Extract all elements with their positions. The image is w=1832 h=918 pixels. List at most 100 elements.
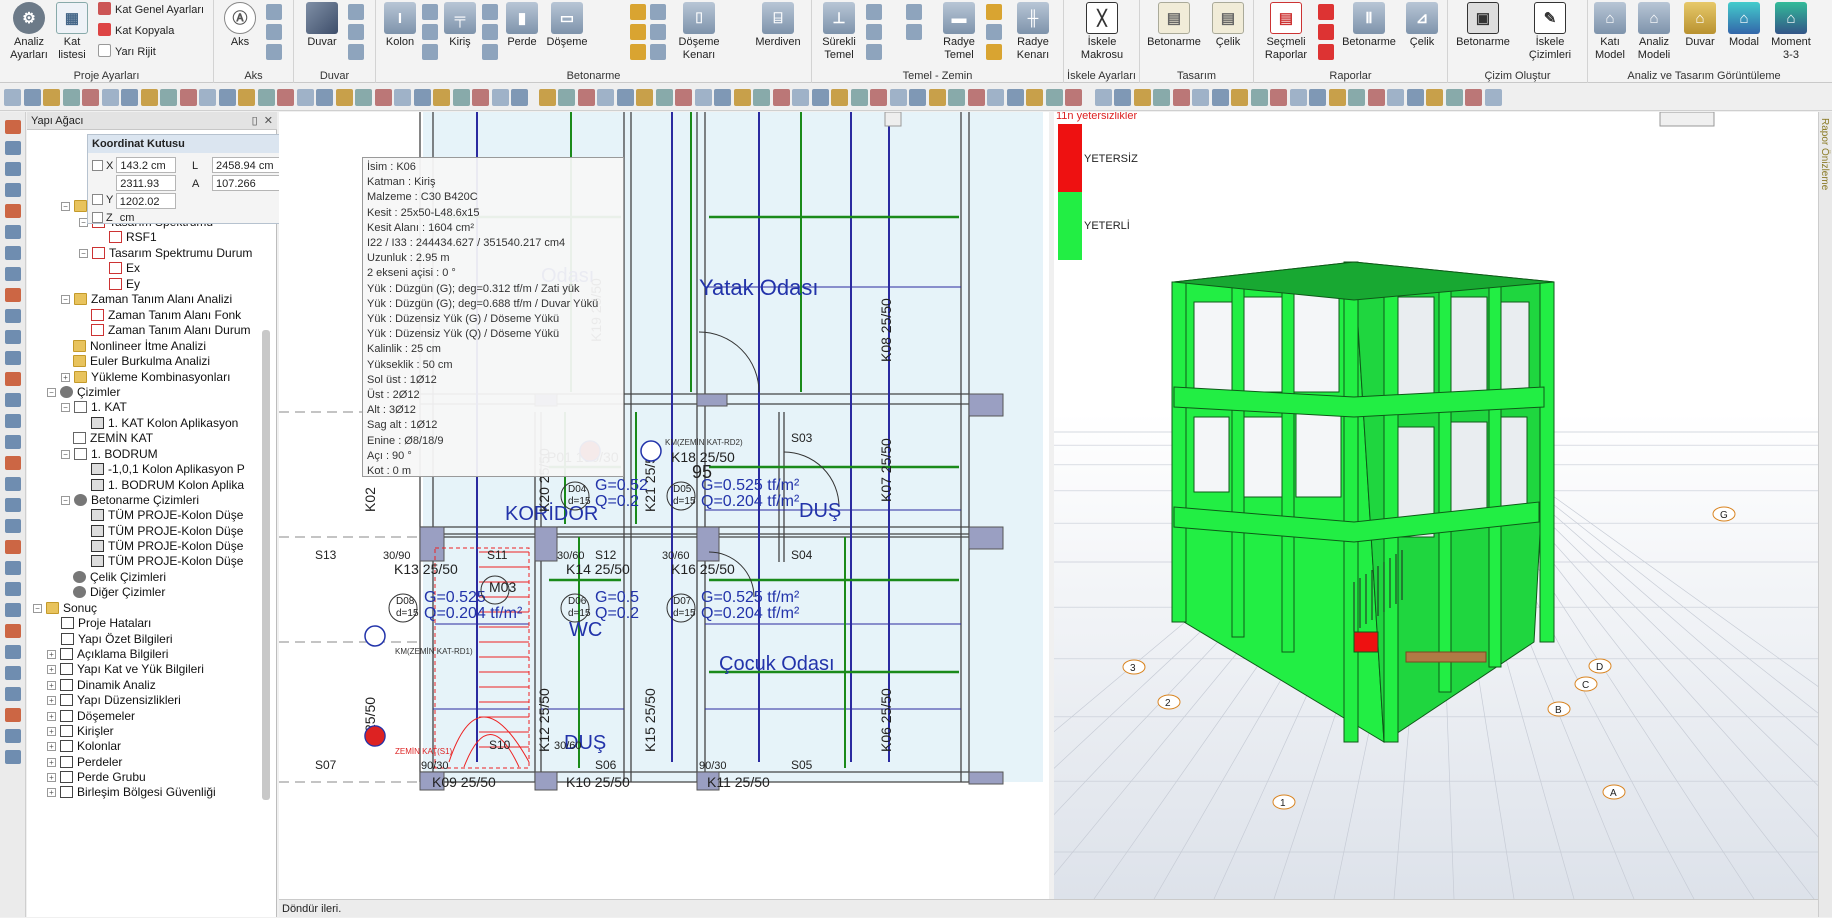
toolbar-tool-icon[interactable] [1065,89,1082,106]
expand-icon[interactable]: + [47,742,56,751]
tree-item[interactable]: − Tasarım Spektrumu Durum [79,245,252,261]
toolbar-tool-icon[interactable] [160,89,177,106]
toolbar-tool-icon[interactable] [577,89,595,106]
column[interactable] [968,771,1004,785]
tree-item[interactable]: Proje Hataları [61,615,151,631]
moment-button[interactable]: ⌂ Moment 3-3 [1768,2,1814,62]
slab-tool-icon[interactable] [650,4,666,20]
column-tool-icon[interactable] [422,24,438,40]
radye-temel-button[interactable]: ▬ Radye Temel [936,2,982,62]
wall-tool-icon[interactable] [348,4,364,20]
coord-z-field[interactable]: Z 1202.02 cm [92,193,176,224]
3d-canvas[interactable]: YETERSİZ YETERLİ 11n yetersizlikler 1 2 3 A B CD… [1054,112,1818,899]
wall-tool-icon[interactable] [348,24,364,40]
section-marker[interactable] [640,440,662,462]
coord-y-field[interactable]: Y 2311.93 cm [92,175,177,206]
side-tool-icon[interactable] [5,540,21,554]
collapse-icon[interactable]: − [33,604,42,613]
side-tool-icon[interactable] [5,729,21,743]
toolbar-tool-icon[interactable] [82,89,99,106]
expand-icon[interactable]: + [47,681,56,690]
beam-tool-icon[interactable] [482,4,498,20]
tree-item[interactable]: Diğer Çizimler [73,584,165,600]
toolbar-tool-icon[interactable] [558,89,575,106]
collapse-icon[interactable]: − [47,388,56,397]
coord-x-value[interactable]: 143.2 cm [116,157,177,173]
side-tool-icon[interactable] [5,246,21,260]
toolbar-tool-icon[interactable] [238,89,255,106]
toolbar-tool-icon[interactable] [1114,89,1131,106]
tree-item[interactable]: Yapı Özet Bilgileri [61,631,172,647]
tree-item[interactable]: TÜM PROJE-Kolon Düşe [91,553,243,569]
side-tool-icon[interactable] [5,477,21,491]
toolbar-tool-icon[interactable] [452,89,470,106]
toolbar-tool-icon[interactable] [636,89,653,106]
side-tool-icon[interactable] [5,120,21,134]
axis-tool-icon[interactable] [266,4,282,20]
side-tool-icon[interactable] [5,456,21,470]
side-tool-icon[interactable] [5,372,21,386]
collapse-icon[interactable]: − [61,295,70,304]
column[interactable] [968,526,1004,550]
column[interactable] [534,526,558,562]
side-tool-icon[interactable] [5,750,21,764]
tree-item[interactable]: TÜM PROJE-Kolon Düşe [91,538,243,554]
expand-icon[interactable]: + [47,773,56,782]
side-tool-icon[interactable] [5,582,21,596]
coord-a-field[interactable]: A 107.266 [192,175,292,191]
tree-item[interactable]: RSF1 [109,229,157,245]
side-tool-icon[interactable] [5,162,21,176]
side-tool-icon[interactable] [5,561,21,575]
side-tool-icon[interactable] [5,603,21,617]
tree-item[interactable]: − 1. BODRUM [61,446,158,462]
rapor-betonarme-button[interactable]: Ⅱ Betonarme [1338,2,1400,49]
toolbar-tool-icon[interactable] [1192,89,1209,106]
side-tool-icon[interactable] [5,267,21,281]
toolbar-tool-icon[interactable] [355,89,372,106]
column-tool-icon[interactable] [422,44,438,60]
side-tool-icon[interactable] [5,708,21,722]
coord-l-field[interactable]: L 2458.94 cm [192,157,292,173]
tree-item[interactable]: − 1. KAT [61,399,127,415]
section-marker[interactable] [364,625,386,647]
toolbar-tool-icon[interactable] [948,89,965,106]
toolbar-tool-icon[interactable] [316,89,333,106]
toolbar-tool-icon[interactable] [753,89,770,106]
tree-item[interactable]: Çelik Çizimleri [73,569,166,585]
slab-tool-icon[interactable] [630,24,646,40]
collapse-icon[interactable]: − [61,496,70,505]
toolbar-tool-icon[interactable] [1231,89,1248,106]
3d-model-view[interactable]: YETERSİZ YETERLİ 11n yetersizlikler 1 2 3 A B C D… [1054,112,1818,899]
side-tool-icon[interactable] [5,645,21,659]
kat-genel-ayarlari-button[interactable]: Kat Genel Ayarları [98,0,204,20]
tree-item[interactable]: Zaman Tanım Alanı Durum [91,322,251,338]
tree-item[interactable]: Nonlineer İtme Analizi [73,338,206,354]
side-tool-icon[interactable] [5,498,21,512]
toolbar-tool-icon[interactable] [511,89,528,106]
kiris-button[interactable]: ╤ Kiriş [442,2,478,49]
toolbar-tool-icon[interactable] [616,89,634,106]
toolbar-tool-icon[interactable] [1250,89,1268,106]
toolbar-tool-icon[interactable] [694,89,712,106]
side-tool-icon[interactable] [5,435,21,449]
tree-item[interactable]: + Birleşim Bölgesi Güvenliği [47,784,216,800]
toolbar-tool-icon[interactable] [831,89,848,106]
toolbar-tool-icon[interactable] [1445,89,1463,106]
tree-item[interactable]: + Döşemeler [47,708,135,724]
tree-item[interactable]: TÜM PROJE-Kolon Düşe [91,523,243,539]
axis-tool-icon[interactable] [266,44,282,60]
expand-icon[interactable]: + [47,696,56,705]
toolbar-tool-icon[interactable] [121,89,138,106]
toolbar-tool-icon[interactable] [987,89,1004,106]
toolbar-tool-icon[interactable] [675,89,692,106]
toolbar-tool-icon[interactable] [967,89,985,106]
toolbar-tool-icon[interactable] [792,89,809,106]
doseme-button[interactable]: ▭ Döşeme [544,2,590,49]
tree-item[interactable]: + Kirişler [47,723,114,739]
beam-tool-icon[interactable] [482,44,498,60]
toolbar-tool-icon[interactable] [1172,89,1190,106]
toolbar-tool-icon[interactable] [597,89,614,106]
toolbar-tool-icon[interactable] [1045,89,1063,106]
rapor-onizleme-tab[interactable]: Rapor Önizleme [1819,118,1830,190]
column[interactable] [534,771,558,791]
